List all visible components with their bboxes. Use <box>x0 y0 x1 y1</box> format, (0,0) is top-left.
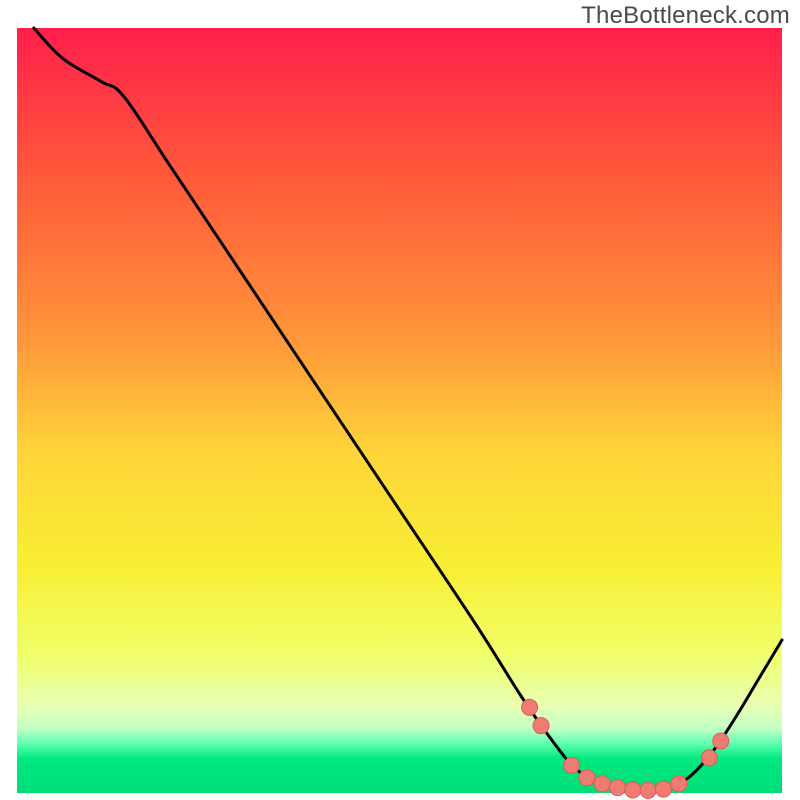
curve-marker <box>564 757 580 773</box>
curve-marker <box>671 776 687 792</box>
curve-marker <box>625 782 641 798</box>
plot-background <box>17 28 782 793</box>
watermark-text: TheBottleneck.com <box>581 2 790 30</box>
curve-marker <box>522 699 538 715</box>
chart-container: { "watermark": "TheBottleneck.com", "cha… <box>0 0 800 800</box>
curve-marker <box>594 776 610 792</box>
curve-marker <box>533 718 549 734</box>
bottleneck-chart <box>0 0 800 800</box>
curve-marker <box>655 781 671 797</box>
curve-marker <box>640 782 656 798</box>
curve-marker <box>579 770 595 786</box>
curve-marker <box>610 780 626 796</box>
curve-marker <box>701 750 717 766</box>
curve-marker <box>713 733 729 749</box>
